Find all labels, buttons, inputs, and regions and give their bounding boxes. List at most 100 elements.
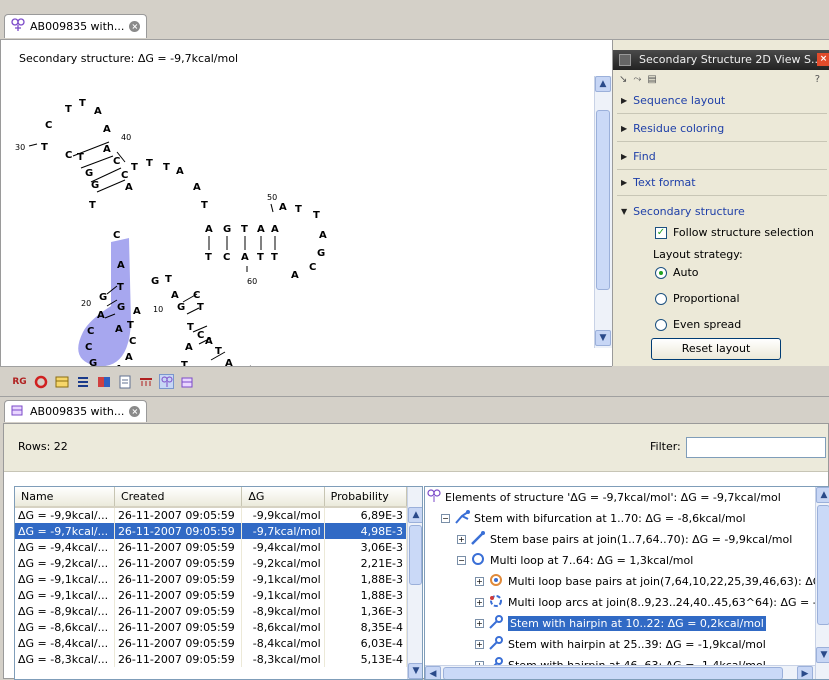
list-view-icon[interactable]	[75, 374, 90, 389]
expand-node-icon[interactable]: +	[475, 619, 484, 628]
triangle-right-icon: ▶	[621, 96, 628, 105]
close-panel-icon[interactable]: ×	[817, 53, 829, 66]
structure-view-scrollbar[interactable]: ▲ ▼	[594, 76, 612, 348]
table-row[interactable]: ΔG = -8,4kcal/... 26-11-2007 09:05:59 -8,4…	[15, 635, 408, 651]
table-view-icon[interactable]	[54, 374, 69, 389]
table-row[interactable]: ΔG = -8,3kcal/... 26-11-2007 09:05:59 -8,3…	[15, 651, 408, 667]
table-row[interactable]: ΔG = -9,1kcal/... 26-11-2007 09:05:59 -9,1…	[15, 587, 408, 603]
svg-text:C: C	[113, 156, 120, 167]
tree-item[interactable]: − Stem with bifurcation at 1..70: ΔG = -8…	[441, 509, 746, 528]
rna-secondary-structure-drawing[interactable]: CTTA AAC TT C G CG A TTTA AT T AGTAA TCATT A…	[1, 70, 595, 366]
collapse-node-icon[interactable]: −	[441, 514, 450, 523]
collapse-node-icon[interactable]: −	[457, 556, 466, 565]
follow-structure-selection-checkbox[interactable]: ✓ Follow structure selection	[655, 226, 814, 239]
tree-item[interactable]: + Multi loop arcs at join(8..9,23..24,40.…	[475, 593, 817, 612]
tree-item[interactable]: Elements of structure 'ΔG = -9,7kcal/mol…	[427, 488, 781, 507]
scroll-up-arrow-icon[interactable]: ▲	[595, 76, 611, 92]
structure-table-icon	[11, 403, 25, 420]
svg-text:A: A	[271, 224, 279, 235]
collapse-all-icon[interactable]: ⤳	[633, 74, 641, 85]
expand-node-icon[interactable]: +	[475, 577, 484, 586]
cell-probability: 1,88E-3	[324, 571, 408, 587]
column-header-delta-g[interactable]: ΔG	[241, 487, 325, 508]
structure-2d-view-icon[interactable]	[159, 374, 174, 389]
text-view-icon[interactable]	[117, 374, 132, 389]
expand-node-icon[interactable]: +	[475, 598, 484, 607]
table-row[interactable]: ΔG = -9,4kcal/... 26-11-2007 09:05:59 -9,4…	[15, 539, 408, 555]
filter-input[interactable]	[686, 437, 826, 458]
table-row[interactable]: ΔG = -9,1kcal/... 26-11-2007 09:05:59 -9,1…	[15, 571, 408, 587]
svg-text:C: C	[197, 330, 204, 341]
radio-unselected-icon[interactable]	[655, 292, 667, 305]
scroll-down-arrow-icon[interactable]: ▼	[595, 330, 611, 346]
close-tab-icon[interactable]: ×	[129, 21, 141, 32]
section-residue-coloring[interactable]: ▶ Residue coloring	[617, 116, 827, 142]
cell-name: ΔG = -9,7kcal/...	[15, 523, 115, 539]
cell-name: ΔG = -8,3kcal/...	[15, 651, 115, 667]
tab-structure-view[interactable]: AB009835 with... ×	[4, 14, 148, 38]
help-icon[interactable]: ?	[815, 74, 820, 85]
side-panel-title: Secondary Structure 2D View S... ×	[613, 50, 829, 70]
structure-elements-tree: Elements of structure 'ΔG = -9,7kcal/mol…	[424, 486, 829, 680]
scroll-up-arrow-icon[interactable]: ▲	[816, 487, 829, 503]
radio-label-proportional: Proportional	[673, 292, 740, 305]
radio-proportional[interactable]: Proportional	[655, 292, 740, 305]
cell-probability: 8,35E-4	[324, 619, 408, 635]
column-header-probability[interactable]: Probability	[324, 487, 408, 508]
linear-view-icon[interactable]	[138, 374, 153, 389]
scrollbar-thumb[interactable]	[409, 525, 422, 585]
table-scrollbar[interactable]: ▲ ▼	[407, 487, 422, 679]
expand-node-icon[interactable]: +	[457, 535, 466, 544]
radio-auto[interactable]: Auto	[655, 266, 699, 279]
tree-item[interactable]: + Multi loop base pairs at join(7,64,10,2…	[475, 572, 821, 591]
filter-label: Filter:	[650, 440, 681, 453]
scroll-down-arrow-icon[interactable]: ▼	[816, 647, 829, 663]
structure-2d-view: Secondary structure: ΔG = -9,7kcal/mol C…	[0, 40, 612, 366]
scroll-down-arrow-icon[interactable]: ▼	[408, 663, 422, 679]
radio-unselected-icon[interactable]	[655, 318, 667, 331]
structure-table-view-icon[interactable]	[180, 374, 195, 389]
follow-structure-label: Follow structure selection	[673, 226, 814, 239]
table-row[interactable]: ΔG = -9,9kcal/... 26-11-2007 09:05:59 -9,9…	[15, 507, 408, 523]
save-settings-icon[interactable]: ▤	[647, 74, 656, 85]
tree-scrollbar[interactable]: ▲ ▼	[815, 487, 829, 679]
svg-text:C: C	[87, 326, 94, 337]
close-tab-icon[interactable]: ×	[129, 406, 141, 417]
svg-text:T: T	[201, 200, 208, 211]
expand-node-icon[interactable]: +	[475, 640, 484, 649]
scrollbar-thumb[interactable]	[817, 505, 829, 625]
cell-name: ΔG = -9,2kcal/...	[15, 555, 115, 571]
cell-probability: 3,06E-3	[324, 539, 408, 555]
svg-text:T: T	[117, 282, 124, 293]
table-row[interactable]: ΔG = -9,2kcal/... 26-11-2007 09:05:59 -9,2…	[15, 555, 408, 571]
section-text-format[interactable]: ▶ Text format	[617, 170, 827, 196]
tree-item[interactable]: + Stem with hairpin at 10..22: ΔG = 0,2kc…	[475, 614, 766, 633]
table-row[interactable]: ΔG = -9,7kcal/... 26-11-2007 09:05:59 -9,7…	[15, 523, 408, 539]
svg-text:A: A	[115, 324, 123, 335]
section-secondary-structure[interactable]: ▼ Secondary structure	[617, 198, 827, 224]
svg-text:T: T	[89, 200, 96, 211]
radio-even-spread[interactable]: Even spread	[655, 318, 741, 331]
scrollbar-thumb[interactable]	[596, 110, 610, 290]
radio-selected-icon[interactable]	[655, 266, 667, 279]
tree-item[interactable]: + Stem with hairpin at 25..39: ΔG = -1,9k…	[475, 635, 766, 654]
tree-item[interactable]: + Stem base pairs at join(1..7,64..70): Δ…	[457, 530, 792, 549]
section-sequence-layout[interactable]: ▶ Sequence layout	[617, 88, 827, 114]
expand-all-icon[interactable]: ↘	[619, 74, 627, 85]
book-view-icon[interactable]	[96, 374, 111, 389]
rna-view-icon[interactable]: RG	[12, 374, 27, 389]
scrollbar-thumb[interactable]	[443, 667, 783, 679]
reset-layout-button[interactable]: Reset layout	[651, 338, 781, 360]
column-header-name[interactable]: Name	[15, 487, 115, 508]
section-find[interactable]: ▶ Find	[617, 144, 827, 170]
scroll-up-arrow-icon[interactable]: ▲	[408, 507, 422, 523]
tab-structure-table[interactable]: AB009835 with... ×	[4, 400, 148, 422]
svg-text:G: G	[151, 276, 159, 287]
table-row[interactable]: ΔG = -8,6kcal/... 26-11-2007 09:05:59 -8,6…	[15, 619, 408, 635]
column-header-created[interactable]: Created	[114, 487, 243, 508]
tree-item[interactable]: − Multi loop at 7..64: ΔG = 1,3kcal/mol	[457, 551, 693, 570]
circular-view-icon[interactable]	[33, 374, 48, 389]
checkbox-checked-icon[interactable]: ✓	[655, 226, 667, 239]
table-row[interactable]: ΔG = -8,9kcal/... 26-11-2007 09:05:59 -8,9…	[15, 603, 408, 619]
tree-item-label: Stem base pairs at join(1..7,64..70): ΔG…	[490, 533, 793, 546]
